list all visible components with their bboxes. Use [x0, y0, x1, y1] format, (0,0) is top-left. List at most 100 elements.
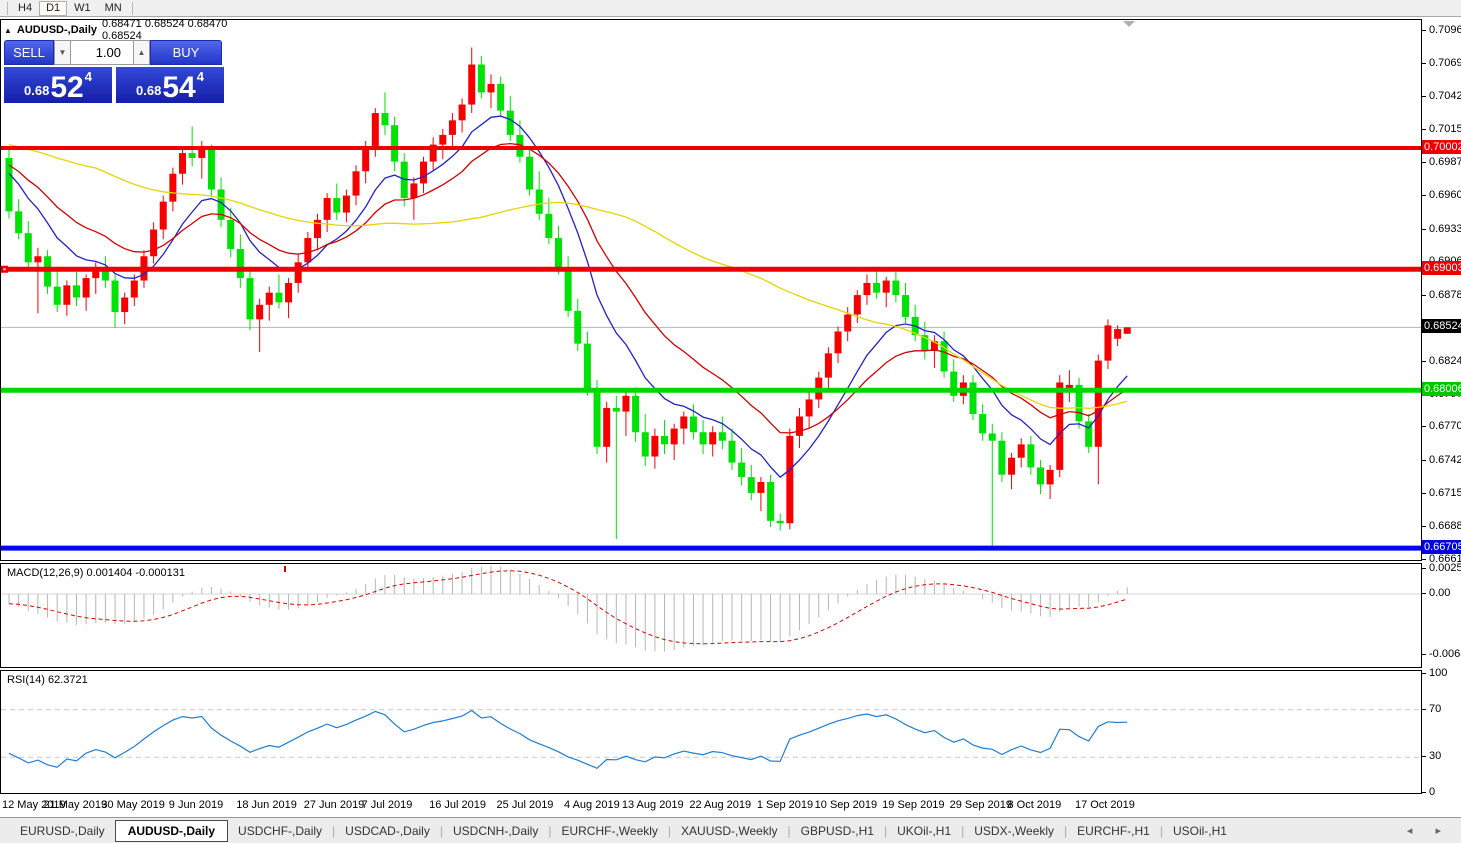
- candle-body: [554, 238, 562, 269]
- sell-button[interactable]: SELL: [4, 40, 54, 65]
- candle-body: [767, 481, 775, 521]
- candle-body: [805, 399, 813, 417]
- axis-tick-mark: [1422, 62, 1426, 64]
- chart-tab-xauusdweekly[interactable]: XAUUSD-,Weekly: [671, 821, 787, 841]
- candle-body: [853, 295, 861, 315]
- candle-body: [188, 153, 196, 158]
- price-axis[interactable]: 0.70965 0.70695 0.70420 0.70150 0.69875 0.696…: [1422, 17, 1461, 798]
- axis-tick-label: 0.00: [1429, 587, 1451, 599]
- axis-tick-mark: [1422, 568, 1426, 570]
- candle-body: [265, 292, 273, 305]
- axis-tick-label: 0.69875: [1429, 156, 1461, 169]
- one-click-trading-panel: ▲ AUDUSD-,Daily 0.68471 0.68524 0.68470 …: [4, 18, 228, 103]
- candle-body: [680, 416, 688, 429]
- chart-tab-usoilh1[interactable]: USOil-,H1: [1163, 821, 1237, 841]
- candle-body: [776, 520, 784, 524]
- axis-tick-label: 0.70965: [1429, 24, 1461, 37]
- date-axis-label: 22 Aug 2019: [689, 799, 752, 811]
- chart-tab-eurchfweekly[interactable]: EURCHF-,Weekly: [551, 821, 667, 841]
- candle-body: [333, 198, 341, 213]
- axis-tick-mark: [1422, 792, 1426, 793]
- macd-chart: [1, 565, 1421, 652]
- candle-body: [979, 414, 987, 434]
- date-axis-label: 10 Sep 2019: [814, 799, 878, 811]
- price-badge: 0.70002: [1422, 140, 1461, 154]
- axis-tick-label: 0.70695: [1429, 56, 1461, 69]
- candle-body: [1123, 327, 1131, 334]
- candle-body: [207, 149, 215, 190]
- macd-pane[interactable]: MACD(12,26,9) 0.001404 -0.000131: [0, 563, 1422, 668]
- candle-body: [632, 395, 640, 433]
- candle-body: [24, 233, 32, 263]
- sell-price-sup: 4: [84, 69, 92, 84]
- candle-body: [718, 432, 726, 441]
- axis-tick-label: 70: [1429, 702, 1442, 715]
- chart-tab-audusddaily[interactable]: AUDUSD-,Daily: [114, 819, 229, 842]
- timeframe-button-h4[interactable]: H4: [11, 1, 39, 16]
- candle-body: [420, 161, 428, 184]
- axis-tick-mark: [1422, 459, 1426, 461]
- axis-tick-mark: [1422, 195, 1426, 197]
- chart-tab-gbpusdh1[interactable]: GBPUSD-,H1: [791, 821, 884, 841]
- candle-body: [468, 64, 476, 105]
- axis-tick-label: 0.69605: [1429, 189, 1461, 202]
- candle-body: [410, 183, 418, 199]
- rsi-pane[interactable]: RSI(14) 62.3721: [0, 670, 1422, 794]
- collapse-panel-icon[interactable]: ▲: [4, 26, 12, 35]
- candle-body: [1008, 457, 1016, 475]
- axis-tick-mark: [1422, 162, 1426, 164]
- candle-body: [275, 292, 283, 303]
- axis-tick-mark: [1422, 228, 1426, 230]
- buy-button[interactable]: BUY: [150, 40, 222, 65]
- sell-price-prefix: 0.68: [24, 83, 50, 98]
- candle-body: [150, 229, 158, 257]
- chart-tab-usdxweekly[interactable]: USDX-,Weekly: [964, 821, 1064, 841]
- candle-body: [82, 278, 90, 298]
- chart-tab-usdcaddaily[interactable]: USDCAD-,Daily: [335, 821, 440, 841]
- chart-tab-eurchfh1[interactable]: EURCHF-,H1: [1067, 821, 1160, 841]
- candle-body: [256, 304, 264, 320]
- candle-body: [130, 280, 138, 298]
- candle-body: [391, 125, 399, 162]
- date-axis-label: 16 Jul 2019: [429, 799, 486, 811]
- axis-tick-mark: [1422, 756, 1426, 758]
- price-badge: 0.69003: [1422, 261, 1461, 276]
- axis-tick-label: 0.67155: [1429, 486, 1461, 499]
- chart-tab-usdchfdaily[interactable]: USDCHF-,Daily: [228, 821, 332, 841]
- date-axis[interactable]: 12 May 2019 21 May 2019 30 May 2019 9 Jun 2…: [0, 795, 1422, 817]
- timeframe-button-mn[interactable]: MN: [98, 1, 129, 16]
- candle-body: [969, 382, 977, 415]
- candle-body: [834, 331, 842, 354]
- candle-body: [603, 407, 611, 447]
- sell-price-display[interactable]: 0.68 52 4: [4, 67, 112, 103]
- axis-tick-mark: [1422, 673, 1426, 674]
- axis-tick-label: 0: [1429, 786, 1436, 798]
- candle-body: [795, 416, 803, 436]
- candle-body: [15, 211, 23, 234]
- volume-increase-icon[interactable]: ▲: [133, 40, 150, 65]
- candle-body: [757, 481, 765, 493]
- rsi-chart: [1, 709, 1421, 770]
- timeframe-button-w1[interactable]: W1: [67, 1, 98, 16]
- candle-body: [641, 432, 649, 457]
- chart-tab-usdcnhdaily[interactable]: USDCNH-,Daily: [443, 821, 548, 841]
- buy-price-big: 54: [162, 71, 196, 104]
- date-axis-label: 9 Jun 2019: [168, 799, 224, 811]
- candle-body: [738, 462, 746, 478]
- timeframe-button-d1[interactable]: D1: [39, 0, 68, 16]
- volume-input[interactable]: [71, 40, 133, 65]
- candle-body: [661, 435, 669, 445]
- date-axis-label: 17 Oct 2019: [1074, 799, 1135, 811]
- candle-body: [371, 113, 379, 148]
- volume-decrease-icon[interactable]: ▼: [54, 40, 71, 65]
- tab-scroll-arrows[interactable]: ◂ ▸: [1407, 824, 1451, 837]
- chart-shift-icon[interactable]: [1123, 21, 1135, 27]
- candle-body: [998, 440, 1006, 475]
- axis-tick-mark: [1422, 96, 1426, 98]
- chart-tab-eurusddaily[interactable]: EURUSD-,Daily: [10, 821, 115, 841]
- candle-body: [323, 198, 331, 220]
- axis-tick-mark: [1422, 426, 1426, 428]
- buy-price-display[interactable]: 0.68 54 4: [116, 67, 224, 103]
- chart-tab-ukoilh1[interactable]: UKOil-,H1: [887, 821, 961, 841]
- axis-tick-mark: [1422, 558, 1426, 560]
